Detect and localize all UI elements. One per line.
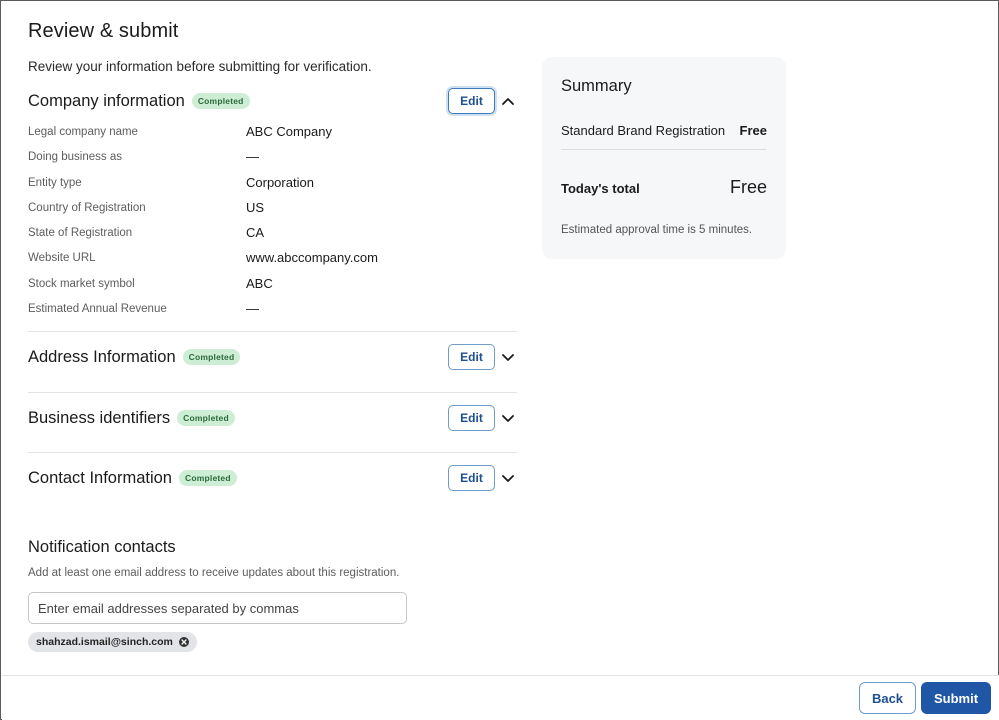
field-value: CA: [246, 225, 265, 240]
edit-address-button[interactable]: Edit: [448, 344, 495, 370]
section-title: Business identifiers: [28, 408, 171, 427]
field-label: Doing business as: [28, 151, 122, 163]
email-input[interactable]: [28, 592, 407, 624]
email-chip-label: shahzad.ismail@sinch.com: [36, 636, 173, 648]
section-divider: [28, 452, 517, 453]
section-contact-information: Contact Information Completed Edit: [28, 463, 517, 493]
summary-title: Summary: [561, 77, 632, 95]
chevron-down-icon[interactable]: [501, 351, 515, 363]
summary-card: Summary Standard Brand Registration Free…: [542, 57, 786, 259]
field-label: Estimated Annual Revenue: [28, 303, 167, 315]
notification-contacts-description: Add at least one email address to receiv…: [28, 567, 400, 579]
summary-item-label: Standard Brand Registration: [561, 123, 726, 138]
field-label: Legal company name: [28, 126, 138, 138]
summary-total-label: Today's total: [561, 181, 640, 196]
section-title: Contact Information: [28, 468, 172, 487]
summary-item-price: Free: [739, 123, 767, 138]
chevron-down-icon[interactable]: [501, 472, 515, 484]
field-website-url: Website URL www.abccompany.com: [28, 250, 488, 270]
field-legal-company-name: Legal company name ABC Company: [28, 124, 488, 144]
section-title: Address Information: [28, 347, 176, 366]
field-value: —: [246, 301, 259, 316]
edit-company-button[interactable]: Edit: [448, 88, 495, 114]
section-divider: [28, 392, 517, 393]
chevron-up-icon[interactable]: [501, 95, 515, 107]
field-label: State of Registration: [28, 227, 133, 239]
field-doing-business-as: Doing business as —: [28, 149, 488, 169]
section-company-information: Company information Completed Edit: [28, 86, 517, 116]
page-title: Review & submit: [28, 20, 179, 42]
field-entity-type: Entity type Corporation: [28, 175, 488, 195]
field-value: ABC: [246, 276, 273, 291]
field-value: —: [246, 149, 259, 164]
field-value: ABC Company: [246, 124, 332, 139]
status-badge: Completed: [191, 93, 250, 109]
section-divider: [28, 331, 517, 332]
edit-business-identifiers-button[interactable]: Edit: [448, 405, 495, 431]
footer-bar: [2, 675, 999, 720]
summary-note: Estimated approval time is 5 minutes.: [561, 224, 753, 236]
field-stock-market-symbol: Stock market symbol ABC: [28, 276, 488, 296]
chevron-down-icon[interactable]: [501, 412, 515, 424]
edit-contact-button[interactable]: Edit: [448, 465, 495, 491]
field-country-of-registration: Country of Registration US: [28, 200, 488, 220]
status-badge: Completed: [177, 410, 235, 426]
field-value: www.abccompany.com: [246, 250, 378, 265]
field-value: US: [246, 200, 265, 215]
field-label: Entity type: [28, 177, 82, 189]
email-chip: shahzad.ismail@sinch.com: [28, 632, 197, 652]
field-label: Stock market symbol: [28, 278, 135, 290]
field-estimated-annual-revenue: Estimated Annual Revenue —: [28, 301, 488, 321]
remove-chip-icon[interactable]: [178, 637, 189, 647]
back-button[interactable]: Back: [859, 682, 916, 714]
section-address-information: Address Information Completed Edit: [28, 342, 517, 372]
submit-button[interactable]: Submit: [921, 682, 991, 714]
status-badge: Completed: [182, 349, 241, 365]
field-value: Corporation: [246, 175, 314, 190]
summary-divider: [561, 149, 766, 150]
section-title: Company information: [28, 91, 185, 110]
field-label: Website URL: [28, 252, 96, 264]
notification-contacts-title: Notification contacts: [28, 538, 176, 556]
review-page: Review & submit Review your information …: [0, 0, 999, 720]
status-badge: Completed: [179, 470, 237, 486]
section-business-identifiers: Business identifiers Completed Edit: [28, 403, 517, 433]
field-state-of-registration: State of Registration CA: [28, 225, 488, 245]
page-subtitle: Review your information before submittin…: [28, 59, 372, 74]
field-label: Country of Registration: [28, 202, 146, 214]
summary-total-price: Free: [729, 177, 767, 197]
